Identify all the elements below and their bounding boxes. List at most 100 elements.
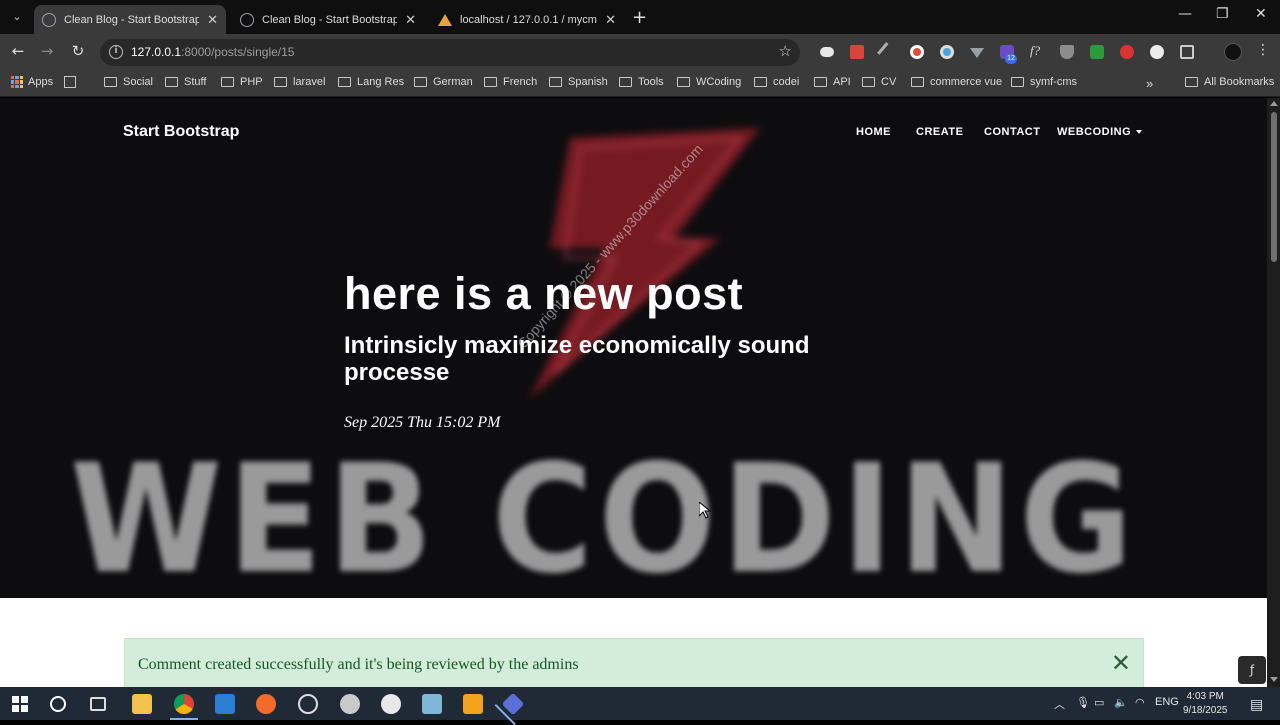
circle-extension-icon[interactable] <box>1150 45 1164 59</box>
shield-extension-icon[interactable] <box>1060 45 1074 59</box>
folder-icon <box>165 77 178 87</box>
clock-time: 4:03 PM <box>1186 691 1224 702</box>
notifications-icon[interactable]: ▤ <box>1250 696 1263 713</box>
bookmark-folder[interactable]: CV <box>862 76 896 88</box>
paint-app-icon[interactable] <box>340 694 360 714</box>
blue-extension-icon[interactable] <box>940 45 954 59</box>
chrome-menu-icon[interactable]: ⋮ <box>1256 42 1270 58</box>
recorder-icon[interactable] <box>298 694 318 714</box>
taskbar-clock[interactable]: 4:03 PM 9/18/2025 <box>1183 690 1228 718</box>
forward-icon[interactable]: → <box>37 42 57 60</box>
bookmark-folder[interactable]: French <box>484 76 537 88</box>
bookmark-apps[interactable]: Apps <box>11 76 53 88</box>
chrome-taskbar-icon[interactable] <box>170 694 198 720</box>
folder-icon <box>549 77 562 87</box>
language-indicator[interactable]: ENG <box>1155 696 1179 708</box>
record-extension-icon[interactable] <box>910 45 924 59</box>
browser-tab[interactable]: localhost / 127.0.0.1 / mycms / ✕ <box>430 5 624 34</box>
caret-down-icon <box>1136 130 1143 135</box>
site-info-icon[interactable]: i <box>109 45 123 59</box>
bookmark-folder[interactable]: Social <box>104 76 153 88</box>
bookmark-star-icon[interactable]: ☆ <box>779 42 792 60</box>
symfony-toolbar-icon[interactable]: ƒ <box>1238 656 1266 684</box>
postman-icon[interactable] <box>256 694 276 714</box>
back-icon[interactable]: ← <box>8 42 28 60</box>
microphone-icon[interactable]: 🎙 <box>1076 696 1090 709</box>
tab-groups-icon[interactable] <box>64 76 76 88</box>
browser-tab-active[interactable]: Clean Blog - Start Bootstrap Th ✕ <box>34 5 226 34</box>
web-coding-background-text: WEB CODING <box>70 433 1139 598</box>
bookmark-folder[interactable]: Spanish <box>549 76 608 88</box>
browser-toolbar: ← → ↻ i 127.0.0.1:8000/posts/single/15 ☆ <box>0 34 1280 70</box>
file-explorer-icon[interactable] <box>132 694 152 714</box>
folder-icon <box>1011 77 1024 87</box>
reload-icon[interactable]: ↻ <box>68 42 88 60</box>
bookmark-folder[interactable]: codei <box>754 76 799 88</box>
nav-create-link[interactable]: CREATE <box>916 126 963 138</box>
tab-title: localhost / 127.0.0.1 / mycms / <box>460 13 598 26</box>
nav-contact-link[interactable]: CONTACT <box>984 126 1040 138</box>
bookmark-folder[interactable]: symf-cms <box>1011 76 1077 88</box>
search-icon[interactable] <box>50 696 66 712</box>
folder-icon <box>274 77 287 87</box>
scroll-up-icon[interactable] <box>1270 101 1278 106</box>
bookmarks-bar: Apps Social Stuff PHP laravel Lang Res G… <box>0 70 1280 97</box>
post-masthead: WEB CODING Copyright © 2025 - www.p30dow… <box>0 98 1267 598</box>
minimize-icon[interactable]: — <box>1178 6 1192 22</box>
bookmark-folder[interactable]: laravel <box>274 76 325 88</box>
green-extension-icon[interactable] <box>1090 45 1104 59</box>
bookmark-folder[interactable]: Stuff <box>165 76 206 88</box>
nav-home-link[interactable]: HOME <box>856 126 891 138</box>
page-scrollbar[interactable] <box>1267 98 1280 687</box>
address-bar[interactable]: i 127.0.0.1:8000/posts/single/15 ☆ <box>100 39 800 66</box>
site-brand-link[interactable]: Start Bootstrap <box>123 123 239 141</box>
tray-chevron-icon[interactable]: ︿ <box>1054 696 1065 712</box>
scroll-down-icon[interactable] <box>1270 677 1278 682</box>
windows-start-icon[interactable] <box>12 696 28 712</box>
tab-search-icon[interactable]: ⌄ <box>8 8 26 26</box>
extensions-puzzle-icon[interactable] <box>1180 45 1194 59</box>
extension-badge: 12 <box>1005 54 1017 64</box>
vscode-icon[interactable] <box>215 694 235 714</box>
volume-icon[interactable]: 🔈 <box>1114 696 1128 709</box>
close-tab-icon[interactable]: ✕ <box>207 12 218 28</box>
bookmark-folder[interactable]: Lang Res <box>338 76 404 88</box>
bookmark-folder[interactable]: commerce vue <box>911 76 1002 88</box>
windows-taskbar: ︿ 🎙 ▭ 🔈 ◠ ENG 4:03 PM 9/18/2025 ▤ <box>0 687 1280 720</box>
folder-icon <box>484 77 497 87</box>
bookmark-folder[interactable]: German <box>414 76 473 88</box>
bookmark-folder[interactable]: Tools <box>619 76 664 88</box>
close-window-icon[interactable]: ✕ <box>1255 6 1267 22</box>
mouse-cursor-icon <box>699 502 711 519</box>
red-extension-icon[interactable] <box>850 45 864 59</box>
block-extension-icon[interactable] <box>1120 45 1134 59</box>
notepad-icon[interactable] <box>422 694 442 714</box>
close-tab-icon[interactable]: ✕ <box>405 12 416 28</box>
alert-close-icon[interactable]: ✕ <box>1111 649 1131 678</box>
sublime-text-icon[interactable] <box>463 694 483 714</box>
function-extension-icon[interactable]: f? <box>1030 43 1044 58</box>
new-tab-icon[interactable]: + <box>632 7 647 28</box>
bookmark-folder[interactable]: PHP <box>221 76 263 88</box>
bookmark-folder[interactable]: WCoding <box>677 76 741 88</box>
profile-avatar[interactable] <box>1224 43 1242 61</box>
more-bookmarks-icon[interactable]: » <box>1146 76 1153 91</box>
clock-app-icon[interactable] <box>381 694 401 714</box>
folder-icon <box>104 77 117 87</box>
folder-icon <box>221 77 234 87</box>
eye-extension-icon[interactable] <box>820 47 834 57</box>
all-bookmarks[interactable]: All Bookmarks <box>1185 76 1274 88</box>
vue-devtools-icon[interactable] <box>970 48 984 58</box>
battery-icon[interactable]: ▭ <box>1094 696 1104 709</box>
git-icon[interactable] <box>501 692 525 716</box>
scrollbar-thumb[interactable] <box>1271 112 1277 262</box>
folder-icon <box>619 77 632 87</box>
bookmark-folder[interactable]: API <box>814 76 851 88</box>
globe-icon <box>42 12 56 27</box>
restore-icon[interactable]: ❐ <box>1216 6 1229 22</box>
network-icon[interactable]: ◠ <box>1135 696 1145 709</box>
browser-tab[interactable]: Clean Blog - Start Bootstrap Th ✕ <box>232 5 424 34</box>
close-tab-icon[interactable]: ✕ <box>605 12 616 28</box>
nav-webcoding-dropdown[interactable]: WEBCODING <box>1057 126 1143 138</box>
task-view-icon[interactable] <box>90 697 106 711</box>
